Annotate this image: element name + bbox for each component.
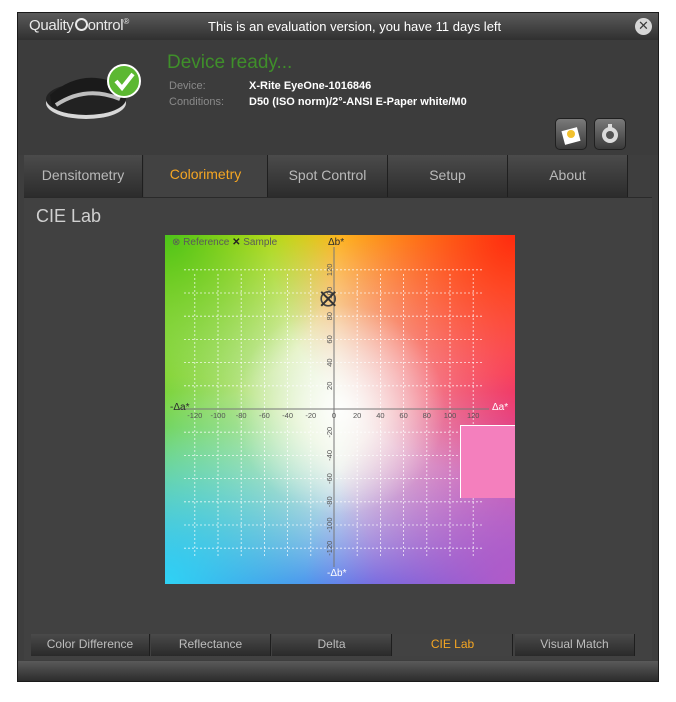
device-image	[46, 64, 141, 119]
y-tick-label: -120	[325, 541, 334, 556]
x-tick-label: 0	[332, 411, 336, 420]
axis-label-pos-b: Δb*	[328, 237, 345, 248]
content-panel: CIE Lab -120 -100 -80 -60 -40 -20 0 20 4…	[24, 197, 652, 660]
conditions-value: D50 (ISO norm)/2°-ANSI E-Paper white/M0	[249, 96, 467, 108]
view-tab-visual-match[interactable]: Visual Match	[515, 634, 635, 656]
x-tick-label: -60	[259, 411, 270, 420]
cie-lab-chart: -120 -100 -80 -60 -40 -20 0 20 40 60 80 100 12012010…	[165, 235, 515, 584]
axis-label-pos-a: Δa*	[492, 402, 509, 413]
app-window: Quality ontrol® This is an evaluation ver…	[17, 12, 659, 682]
tab-setup[interactable]: Setup	[388, 155, 508, 197]
measure-icon	[602, 124, 618, 143]
y-tick-label: 80	[325, 312, 334, 320]
tab-densitometry[interactable]: Densitometry	[24, 155, 143, 197]
y-tick-label: -100	[325, 517, 334, 532]
calibrate-icon	[561, 127, 581, 145]
view-tab-cie-lab[interactable]: CIE Lab	[393, 634, 513, 656]
view-tabs: Color Difference Reflectance Delta CIE L…	[25, 634, 645, 656]
section-title: CIE Lab	[36, 206, 102, 226]
x-tick-label: -20	[305, 411, 316, 420]
view-tab-reflectance[interactable]: Reflectance	[151, 634, 271, 656]
x-tick-label: -120	[187, 411, 202, 420]
calibrate-button[interactable]	[555, 118, 587, 150]
close-icon: ✕	[638, 19, 649, 34]
device-value: X-Rite EyeOne-1016846	[249, 80, 372, 92]
y-tick-label: 40	[325, 358, 334, 366]
device-header: Device ready... Device: X-Rite EyeOne-10…	[18, 40, 658, 155]
close-button[interactable]: ✕	[635, 18, 652, 35]
sample-legend-label: Sample	[243, 237, 278, 248]
axis-label-neg-b: -Δb*	[327, 568, 347, 579]
axis-label-neg-a: -Δa*	[170, 402, 190, 413]
y-tick-label: 20	[325, 382, 334, 390]
x-tick-label: -100	[210, 411, 225, 420]
plot-legend: ⊗ Reference ✕ Sample	[172, 237, 277, 248]
title-bar: Quality ontrol® This is an evaluation ver…	[18, 13, 658, 40]
reference-legend-label: Reference	[183, 237, 230, 248]
y-tick-label: -20	[325, 427, 334, 438]
x-tick-label: 40	[376, 411, 384, 420]
view-tab-color-difference[interactable]: Color Difference	[31, 634, 150, 656]
x-tick-label: 60	[399, 411, 407, 420]
sample-legend-icon: ✕	[232, 237, 241, 248]
status-bar	[18, 661, 658, 681]
conditions-label: Conditions:	[169, 96, 225, 108]
y-tick-label: -60	[325, 473, 334, 484]
x-tick-label: 80	[423, 411, 431, 420]
x-tick-label: 120	[467, 411, 480, 420]
y-tick-label: -40	[325, 450, 334, 461]
x-tick-label: -40	[282, 411, 293, 420]
device-label: Device:	[169, 80, 206, 92]
x-tick-label: -80	[236, 411, 247, 420]
tab-colorimetry[interactable]: Colorimetry	[144, 155, 268, 197]
measure-button[interactable]	[594, 118, 626, 150]
reference-legend-icon: ⊗	[172, 237, 181, 248]
sample-color-swatch	[460, 425, 515, 498]
tab-about[interactable]: About	[508, 155, 628, 197]
device-status: Device ready...	[167, 52, 293, 73]
y-tick-label: 60	[325, 335, 334, 343]
view-tab-delta[interactable]: Delta	[272, 634, 392, 656]
x-tick-label: 20	[353, 411, 361, 420]
app-logo: Quality ontrol®	[29, 17, 129, 34]
cie-lab-plot: -120 -100 -80 -60 -40 -20 0 20 40 60 80 100 120 120 10…	[165, 235, 515, 584]
tab-spot-control[interactable]: Spot Control	[268, 155, 388, 197]
main-tabs: Densitometry Colorimetry Spot Control Se…	[24, 155, 652, 197]
y-tick-label: -80	[325, 496, 334, 507]
evaluation-notice: This is an evaluation version, you have …	[208, 19, 502, 34]
y-tick-label: 120	[325, 264, 334, 277]
x-tick-label: 100	[444, 411, 457, 420]
